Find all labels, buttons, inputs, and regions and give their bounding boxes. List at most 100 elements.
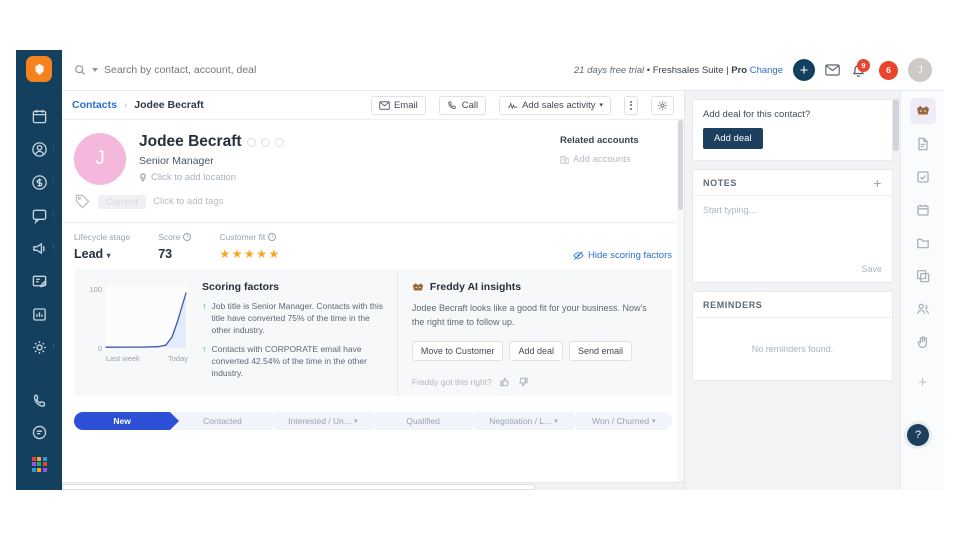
sidebar-item-reports[interactable]	[16, 298, 62, 331]
hide-scoring-factors-link[interactable]: Hide scoring factors	[573, 250, 672, 261]
change-plan-link[interactable]: Change	[750, 65, 783, 76]
freshworks-logo-icon[interactable]	[26, 56, 52, 82]
social-linkedin-icon[interactable]	[246, 137, 256, 147]
mail-icon[interactable]	[825, 64, 840, 76]
alert-count-badge[interactable]: 6	[879, 60, 898, 80]
breadcrumb-separator-icon: ›	[123, 99, 128, 111]
tag-chip[interactable]: Current	[98, 194, 147, 209]
pipeline-stage-won-churned[interactable]: Won / Churned ▾	[575, 412, 672, 431]
info-icon[interactable]: i	[268, 233, 277, 241]
freddy-icon	[412, 282, 424, 290]
call-button[interactable]: Call	[438, 95, 487, 115]
quick-add-button[interactable]: +	[793, 59, 815, 81]
breadcrumb-contacts-link[interactable]: Contacts	[72, 99, 117, 111]
chevron-down-icon[interactable]: ▾	[554, 417, 558, 425]
score-trend-chart-svg: 100 0 Last week Today	[89, 285, 188, 363]
global-search[interactable]	[74, 64, 404, 76]
thumbs-up-icon[interactable]	[500, 377, 510, 387]
sidebar-item-phone[interactable]	[16, 384, 62, 416]
add-deal-button[interactable]: Add deal	[703, 128, 763, 149]
contact-horizontal-scrollbar[interactable]	[62, 482, 684, 490]
rail-item-activities[interactable]	[910, 329, 936, 355]
pipeline-stage-label: Won / Churned	[592, 416, 650, 427]
rail-item-notes[interactable]	[910, 131, 936, 157]
scrollbar-thumb[interactable]	[678, 120, 683, 210]
contact-job-title: Senior Manager	[139, 155, 214, 167]
eye-off-icon	[573, 251, 584, 260]
move-to-customer-button[interactable]: Move to Customer	[411, 341, 504, 361]
hide-scoring-factors-label: Hide scoring factors	[588, 250, 672, 261]
sidebar-dots-icon: ⋮	[50, 211, 57, 219]
lifecycle-stage-value[interactable]: Lead ▾	[74, 247, 130, 261]
search-input[interactable]	[104, 64, 404, 76]
rail-item-deals[interactable]	[910, 263, 936, 289]
pipeline-stage-qualified[interactable]: Qualified	[374, 412, 481, 431]
pipeline-stage-interested[interactable]: Interested / Un... ▾	[274, 412, 381, 431]
envelope-icon	[379, 100, 390, 110]
add-deal-card-body: Add deal for this contact? Add deal	[693, 100, 892, 160]
sidebar-item-campaigns[interactable]: ⋮	[16, 232, 62, 265]
rail-item-tasks[interactable]	[910, 164, 936, 190]
add-tags-placeholder[interactable]: Click to add tags	[153, 196, 223, 207]
reminders-card-header: REMINDERS	[693, 292, 892, 318]
chevron-down-icon[interactable]: ▾	[652, 417, 656, 425]
trial-separator: •	[646, 64, 651, 76]
send-email-button[interactable]: Send email	[568, 341, 633, 361]
sidebar-item-journeys[interactable]	[16, 265, 62, 298]
rail-add-button[interactable]: +	[918, 374, 927, 391]
folder-icon	[916, 238, 929, 249]
sidebar-item-settings[interactable]: ⋮	[16, 331, 62, 364]
add-sales-activity-button[interactable]: Add sales activity ▾	[499, 95, 611, 115]
rail-item-freddy[interactable]	[909, 98, 936, 124]
sidebar-item-support[interactable]	[16, 416, 62, 448]
related-accounts: Related accounts Add accounts	[560, 133, 672, 185]
info-icon[interactable]: i	[183, 233, 192, 241]
social-twitter-icon[interactable]	[260, 137, 270, 147]
settings-button[interactable]	[651, 95, 674, 115]
thumbs-down-icon[interactable]	[518, 377, 528, 387]
customer-fit-label: Customer fit i	[219, 232, 280, 242]
customer-fit-metric: Customer fit i ★★★★★	[219, 232, 280, 261]
document-icon	[917, 137, 928, 151]
notes-card: NOTES + Start typing... Save	[692, 169, 893, 283]
search-scope-chevron-down-icon[interactable]	[92, 68, 98, 72]
notifications-button[interactable]: 9	[850, 58, 870, 80]
lifecycle-stage-label-text: Lifecycle stage	[74, 232, 131, 242]
phone-icon	[447, 100, 456, 109]
social-facebook-icon[interactable]	[274, 137, 284, 147]
pipeline-stage-negotiation[interactable]: Negotiation / L... ▾	[475, 412, 582, 431]
top-bar: 21 days free trial • Freshsales Suite | …	[62, 50, 944, 91]
rail-item-files[interactable]	[910, 230, 936, 256]
email-button[interactable]: Email	[370, 95, 426, 115]
sidebar-item-conversations[interactable]: ⋮	[16, 199, 62, 232]
rail-item-appointments[interactable]	[910, 197, 936, 223]
add-accounts-button[interactable]: Add accounts	[560, 154, 672, 165]
rail-item-contacts[interactable]	[910, 296, 936, 322]
scoring-factors-section: 100 0 Last week Today Scoring factors ↑ …	[74, 269, 397, 396]
notes-input[interactable]: Start typing...	[693, 196, 892, 264]
contact-location-add[interactable]: Click to add location	[139, 172, 560, 183]
chevron-down-icon[interactable]: ▾	[354, 417, 358, 425]
notes-save-button[interactable]: Save	[693, 264, 892, 282]
user-avatar[interactable]: J	[908, 58, 932, 82]
contact-vertical-scrollbar[interactable]	[677, 120, 684, 482]
sidebar-item-calendar[interactable]	[16, 100, 62, 133]
add-deal-button[interactable]: Add deal	[509, 341, 563, 361]
pipeline-stage-contacted[interactable]: Contacted	[174, 412, 281, 431]
chart-y-max-tick: 100	[89, 285, 102, 294]
score-trend-chart: 100 0 Last week Today	[80, 281, 198, 386]
trial-status: 21 days free trial • Freshsales Suite | …	[574, 65, 783, 76]
help-button[interactable]: ?	[907, 424, 929, 446]
sidebar-item-apps[interactable]	[16, 448, 62, 480]
right-panel-scrollbar[interactable]	[893, 99, 899, 480]
scrollbar-thumb[interactable]	[893, 99, 899, 151]
sidebar-item-contacts[interactable]: ⋮	[16, 133, 62, 166]
add-note-icon[interactable]: +	[873, 176, 882, 190]
pipeline-stage-new[interactable]: New	[74, 412, 180, 431]
more-options-button[interactable]	[624, 95, 638, 115]
chart-y-min-tick: 0	[98, 344, 102, 353]
gear-icon	[658, 100, 667, 110]
scrollbar-thumb[interactable]	[62, 484, 535, 490]
sidebar-item-deals[interactable]: ⋮	[16, 166, 62, 199]
contact-name-row: Jodee Becraft	[139, 133, 560, 151]
